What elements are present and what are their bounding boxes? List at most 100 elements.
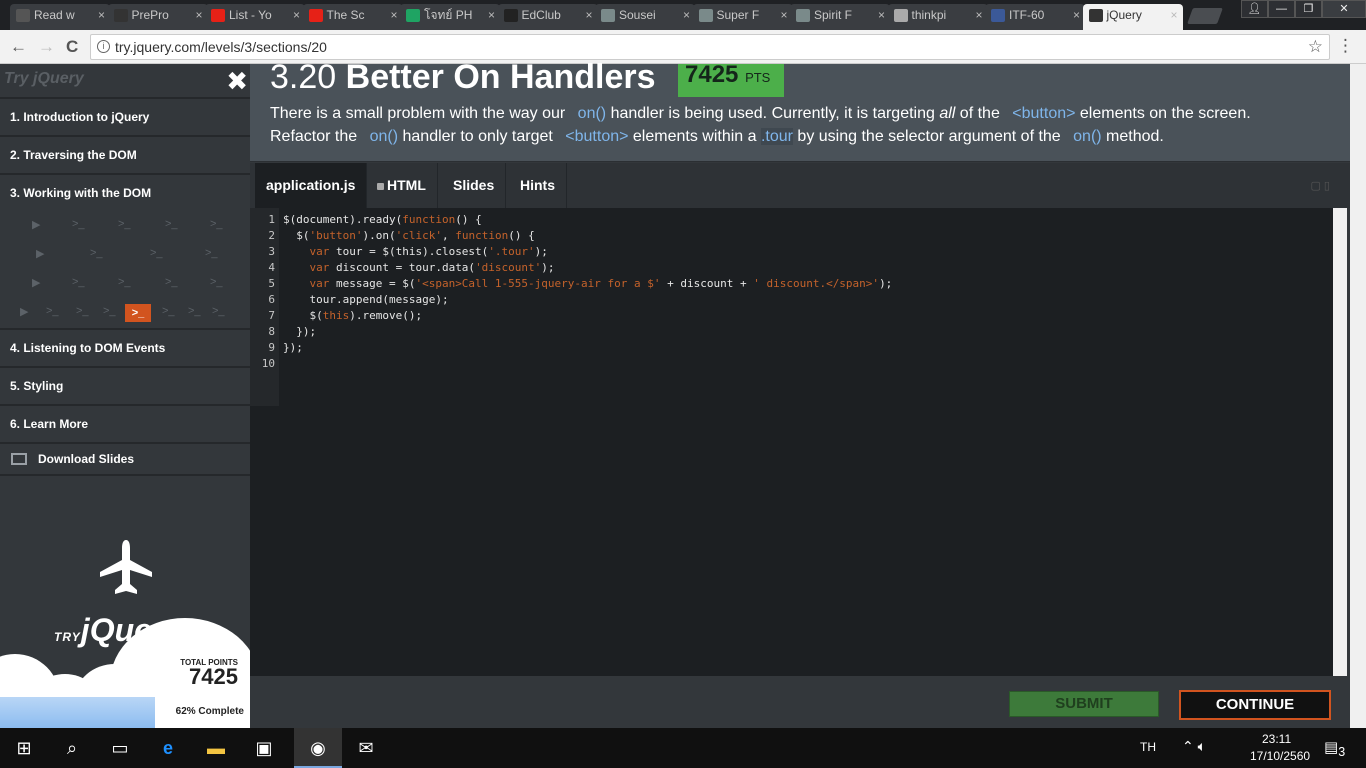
clock-time[interactable]: 23:11 bbox=[1262, 732, 1291, 746]
lesson-video-icon[interactable]: ▶ bbox=[36, 247, 44, 260]
sidebar-item-intro[interactable]: 1. Introduction to jQuery bbox=[0, 97, 250, 135]
url-input[interactable]: i try.jquery.com/levels/3/sections/20 ☆ bbox=[90, 34, 1330, 60]
close-tab-icon[interactable]: × bbox=[98, 4, 105, 26]
lesson-challenge-icon[interactable]: >_ bbox=[210, 218, 223, 230]
browser-tab[interactable]: Super F × bbox=[692, 4, 793, 30]
window-close-icon[interactable]: ✕ bbox=[1322, 0, 1366, 18]
close-tab-icon[interactable]: × bbox=[1170, 4, 1177, 26]
browser-tab[interactable]: โจทย์ PH × bbox=[400, 4, 500, 30]
code-line[interactable]: 7 $(this).remove(); bbox=[250, 308, 422, 324]
forward-button[interactable]: → bbox=[38, 37, 55, 57]
browser-tab[interactable]: List - Yo × bbox=[205, 4, 305, 30]
editor-layout-icon[interactable]: ▢ ▯ bbox=[1310, 179, 1330, 192]
close-tab-icon[interactable]: × bbox=[390, 4, 397, 26]
tray-icons[interactable]: ⌃ 🔈︎ bbox=[1182, 738, 1206, 755]
close-tab-icon[interactable]: × bbox=[293, 4, 300, 26]
browser-tab[interactable]: EdClub × bbox=[497, 4, 598, 30]
edge-icon[interactable]: e bbox=[144, 728, 192, 768]
browser-tab[interactable]: The Sc × bbox=[302, 4, 403, 30]
notification-icon[interactable]: ▤3 bbox=[1324, 738, 1345, 759]
code-editor[interactable]: 1 $(document).ready(function() {2 $('butt… bbox=[250, 208, 1340, 676]
lesson-challenge-icon[interactable]: >_ bbox=[72, 276, 85, 288]
close-tab-icon[interactable]: × bbox=[975, 4, 982, 26]
lesson-challenge-icon[interactable]: >_ bbox=[72, 218, 85, 230]
user-icon[interactable]: 👤︎ bbox=[1241, 0, 1268, 18]
reload-button[interactable]: C bbox=[66, 37, 78, 57]
tab-application-js[interactable]: application.js bbox=[255, 163, 368, 208]
info-icon[interactable]: i bbox=[97, 40, 110, 53]
close-tab-icon[interactable]: × bbox=[780, 4, 787, 26]
minimize-icon[interactable]: — bbox=[1268, 0, 1295, 18]
lesson-challenge-icon[interactable]: >_ bbox=[162, 305, 175, 317]
download-slides-link[interactable]: Download Slides bbox=[0, 442, 250, 476]
mail-icon[interactable]: ✉ bbox=[342, 728, 390, 768]
browser-tab[interactable]: ITF-60 × bbox=[985, 4, 1085, 30]
bookmark-star-icon[interactable]: ☆ bbox=[1308, 35, 1323, 59]
code-line[interactable]: 1 $(document).ready(function() { bbox=[250, 212, 481, 228]
lesson-challenge-icon[interactable]: >_ bbox=[165, 218, 178, 230]
tab-slides[interactable]: Slides bbox=[442, 163, 507, 208]
lesson-challenge-icon[interactable]: >_ bbox=[210, 276, 223, 288]
sidebar-item-styling[interactable]: 5. Styling bbox=[0, 366, 250, 404]
start-icon[interactable]: ⊞ bbox=[0, 728, 48, 768]
lesson-challenge-icon[interactable]: >_ bbox=[165, 276, 178, 288]
close-tab-icon[interactable]: × bbox=[195, 4, 202, 26]
lesson-video-icon[interactable]: ▶ bbox=[32, 218, 40, 231]
continue-button[interactable]: CONTINUE bbox=[1179, 690, 1331, 720]
editor-scrollbar[interactable] bbox=[1333, 208, 1347, 676]
close-tab-icon[interactable]: × bbox=[488, 4, 495, 26]
language-indicator[interactable]: TH bbox=[1140, 740, 1156, 754]
code-line[interactable]: 4 var discount = tour.data('discount'); bbox=[250, 260, 554, 276]
browser-tab[interactable]: thinkpi × bbox=[887, 4, 988, 30]
code-line[interactable]: 6 tour.append(message); bbox=[250, 292, 448, 308]
browser-menu-icon[interactable]: ⋮ bbox=[1337, 36, 1354, 56]
maximize-icon[interactable]: ❐ bbox=[1295, 0, 1322, 18]
code-line[interactable]: 8 }); bbox=[250, 324, 316, 340]
store-icon[interactable]: ▣ bbox=[240, 728, 288, 768]
code-line[interactable]: 10 bbox=[250, 356, 283, 372]
lesson-challenge-icon[interactable]: >_ bbox=[103, 305, 116, 317]
lesson-challenge-icon[interactable]: >_ bbox=[205, 247, 218, 259]
lesson-challenge-icon[interactable]: >_ bbox=[118, 276, 131, 288]
tab-hints[interactable]: Hints bbox=[509, 163, 567, 208]
lesson-challenge-icon[interactable]: >_ bbox=[188, 305, 201, 317]
browser-tab[interactable]: Sousei × bbox=[595, 4, 695, 30]
tab-html[interactable]: HTML bbox=[366, 163, 438, 208]
close-sidebar-icon[interactable]: ✖ bbox=[226, 66, 248, 97]
browser-tab[interactable]: jQuery × bbox=[1082, 4, 1183, 30]
chrome-icon[interactable]: ◉ bbox=[294, 728, 342, 768]
lesson-challenge-icon[interactable]: >_ bbox=[76, 305, 89, 317]
code-line[interactable]: 9}); bbox=[250, 340, 303, 356]
submit-button[interactable]: SUBMIT bbox=[1009, 691, 1159, 717]
lesson-challenge-icon[interactable]: >_ bbox=[90, 247, 103, 259]
sidebar-item-learn-more[interactable]: 6. Learn More bbox=[0, 404, 250, 442]
lesson-challenge-icon[interactable]: >_ bbox=[118, 218, 131, 230]
search-icon[interactable]: ⌕ bbox=[48, 728, 96, 768]
lesson-video-icon[interactable]: ▶ bbox=[32, 276, 40, 289]
browser-tab[interactable]: Spirit F × bbox=[790, 4, 890, 30]
lesson-challenge-icon[interactable]: >_ bbox=[46, 305, 59, 317]
close-tab-icon[interactable]: × bbox=[1073, 4, 1080, 26]
close-tab-icon[interactable]: × bbox=[878, 4, 885, 26]
lesson-challenge-icon[interactable]: >_ bbox=[150, 247, 163, 259]
sidebar-item-traversing[interactable]: 2. Traversing the DOM bbox=[0, 135, 250, 173]
sidebar-item-working-dom[interactable]: 3. Working with the DOM bbox=[0, 173, 250, 211]
sidebar-item-events[interactable]: 4. Listening to DOM Events bbox=[0, 328, 250, 366]
lesson-video-icon[interactable]: ▶ bbox=[20, 305, 28, 318]
close-tab-icon[interactable]: × bbox=[683, 4, 690, 26]
new-tab-button[interactable] bbox=[1187, 8, 1223, 24]
task-view-icon[interactable]: ▭ bbox=[96, 728, 144, 768]
code-line[interactable]: 5 var message = $('<span>Call 1-555-jque… bbox=[250, 276, 892, 292]
code-line[interactable]: 3 var tour = $(this).closest('.tour'); bbox=[250, 244, 548, 260]
code-line[interactable]: 2 $('button').on('click', function() { bbox=[250, 228, 534, 244]
browser-tab[interactable]: PrePro × bbox=[107, 4, 208, 30]
page-scrollbar[interactable] bbox=[1350, 64, 1366, 728]
close-tab-icon[interactable]: × bbox=[585, 4, 592, 26]
current-challenge-icon[interactable]: >_ bbox=[125, 304, 151, 322]
back-button[interactable]: ← bbox=[10, 37, 27, 57]
lesson-challenge-icon[interactable]: >_ bbox=[212, 305, 225, 317]
total-points: TOTAL POINTS 7425 bbox=[180, 658, 238, 688]
clock-date[interactable]: 17/10/2560 bbox=[1250, 749, 1310, 763]
browser-tab[interactable]: Read w × bbox=[10, 4, 110, 30]
file-explorer-icon[interactable]: ▬ bbox=[192, 728, 240, 768]
